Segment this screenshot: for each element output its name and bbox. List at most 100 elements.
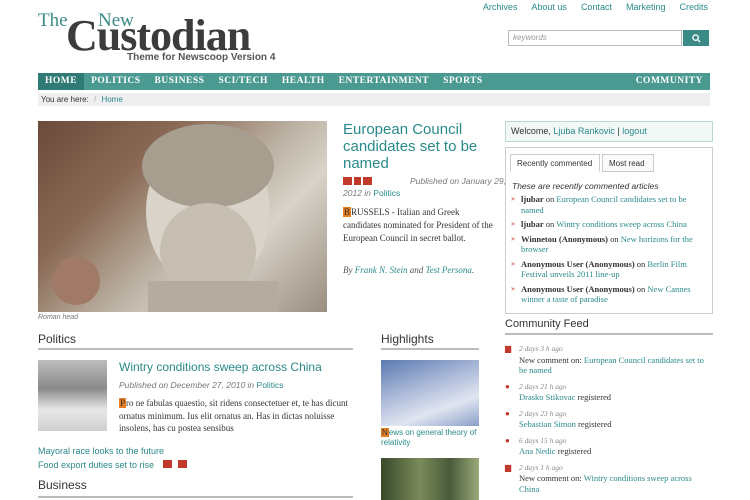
tab-recently-commented[interactable]: Recently commented: [510, 154, 600, 172]
highlight-image-1[interactable]: [381, 360, 479, 426]
feed-text: New comment on:: [519, 473, 582, 483]
breadcrumb-sep: /: [93, 95, 97, 104]
comment-user: Anonymous User (Anonymous): [521, 283, 635, 294]
politics-article-title[interactable]: Wintry conditions sweep across China: [119, 360, 322, 374]
media-icons: [343, 177, 372, 185]
bust-illustration: [52, 124, 278, 312]
politics-link-2-row: Food export duties set to rise: [38, 458, 188, 472]
nav-home[interactable]: HOME: [38, 73, 85, 90]
list-item: » Anonymous User (Anonymous) on New Cann…: [511, 284, 709, 305]
nav-sports[interactable]: SPORTS: [436, 73, 490, 90]
lead-dropcap: B: [343, 207, 352, 217]
user-link[interactable]: Ljuba Rankovic: [553, 126, 615, 136]
highlight-text[interactable]: ews on general theory of relativity: [381, 428, 476, 447]
feed-time: 2 days 21 h ago: [519, 381, 567, 391]
feed-item: ▆ 2 days 3 h ago New comment on: European…: [505, 344, 713, 376]
breadcrumb-label: You are here:: [41, 95, 89, 104]
camera-icon: [162, 460, 172, 468]
politics-excerpt: Pro ne fabulas quaestio, sit ridens cons…: [119, 397, 354, 435]
camera-icon: [343, 177, 352, 185]
feed-item: ▆ 2 days 1 h ago New comment on: Wintry c…: [505, 463, 713, 495]
list-item: » ljubar on European Council candidates …: [511, 194, 709, 215]
highlight-image-2[interactable]: [381, 458, 479, 500]
main-nav: HOME POLITICS BUSINESS SCI/TECH HEALTH E…: [38, 73, 710, 90]
comment-on: on: [610, 233, 619, 244]
highlight-dropcap: N: [381, 428, 389, 437]
contact-link[interactable]: Contact: [581, 2, 612, 12]
nav-entertainment[interactable]: ENTERTAINMENT: [332, 73, 436, 90]
politics-published: Published on December 27, 2010 in: [119, 380, 255, 390]
politics-links: Mayoral race looks to the future Food ex…: [38, 444, 188, 472]
comment-on: on: [636, 283, 646, 294]
author-link-1[interactable]: Frank N. Stein: [355, 265, 408, 275]
lead-published: Published on January 29,: [410, 176, 506, 186]
feed-text: registered: [578, 419, 612, 429]
community-feed-list: ▆ 2 days 3 h ago New comment on: European…: [505, 344, 713, 500]
archives-link[interactable]: Archives: [483, 2, 518, 12]
lead-article-title[interactable]: European Council candidates set to be na…: [343, 121, 493, 172]
byline-by: By: [343, 265, 353, 275]
list-item: » Winnetou (Anonymous) on New horizons f…: [511, 234, 709, 255]
user-icon: ●: [505, 435, 510, 445]
section-title-business[interactable]: Business: [38, 478, 353, 498]
microphone-icon: [354, 177, 361, 185]
lead-year: 2012: [343, 188, 362, 198]
list-item: » ljubar on Wintry conditions sweep acro…: [511, 219, 709, 230]
lead-image[interactable]: [38, 121, 327, 312]
highlight-text-1[interactable]: News on general theory of relativity: [381, 428, 479, 448]
breadcrumb: You are here: / Home: [38, 93, 710, 106]
image-caption: Roman head: [38, 314, 79, 321]
arrow-icon: »: [511, 219, 515, 228]
welcome-label: Welcome,: [511, 126, 551, 136]
welcome-box: Welcome, Ljuba Rankovic | logout: [505, 121, 713, 142]
politics-section-link[interactable]: Politics: [257, 380, 284, 390]
tab-most-read[interactable]: Most read: [602, 154, 654, 172]
logo-the[interactable]: The: [38, 10, 68, 32]
comment-icon: ▆: [505, 462, 512, 472]
politics-link-1[interactable]: Mayoral race looks to the future: [38, 444, 187, 458]
search-button[interactable]: [683, 30, 709, 46]
feed-text: registered: [557, 446, 592, 456]
feed-link[interactable]: Ana Nedic: [519, 446, 556, 456]
comment-on: on: [545, 219, 555, 229]
about-link[interactable]: About us: [531, 2, 567, 12]
politics-link-2[interactable]: Food export duties set to rise: [38, 460, 154, 470]
nav-health[interactable]: HEALTH: [275, 73, 332, 90]
byline-period: .: [471, 265, 475, 275]
feed-item: ● 2 days 23 h ago Sebastian Simon registe…: [505, 409, 713, 430]
nav-scitech[interactable]: SCI/TECH: [211, 73, 274, 90]
lead-excerpt: BRUSSELS - Italian and Greek candidates …: [343, 206, 495, 244]
feed-link[interactable]: Drasko Stikovac: [519, 392, 575, 402]
nav-community[interactable]: COMMUNITY: [629, 73, 710, 90]
comment-article-link[interactable]: Wintry conditions sweep across China: [556, 219, 686, 229]
lead-section-link[interactable]: Politics: [373, 188, 400, 198]
logout-link[interactable]: logout: [622, 126, 647, 136]
arrow-icon: »: [511, 283, 515, 293]
marketing-link[interactable]: Marketing: [626, 2, 666, 12]
feed-link[interactable]: Sebastian Simon: [519, 419, 576, 429]
video-icon: [363, 177, 372, 185]
nav-business[interactable]: BUSINESS: [148, 73, 212, 90]
breadcrumb-home[interactable]: Home: [101, 95, 122, 104]
section-title-politics[interactable]: Politics: [38, 332, 353, 350]
feed-time: 6 days 15 h ago: [519, 435, 567, 445]
politics-thumbnail[interactable]: [38, 360, 107, 431]
recent-comments-list: » ljubar on European Council candidates …: [511, 194, 709, 309]
credits-link[interactable]: Credits: [679, 2, 708, 12]
panel-note: These are recently commented articles: [512, 181, 659, 191]
site-tagline: Theme for Newscoop Version 4: [127, 52, 276, 63]
nav-politics[interactable]: POLITICS: [84, 73, 147, 90]
feed-text: registered: [577, 392, 612, 402]
feed-text: New comment on:: [519, 354, 582, 365]
author-link-2[interactable]: Test Persona: [426, 265, 472, 275]
video-icon: [178, 460, 188, 468]
section-title-highlights: Highlights: [381, 332, 479, 350]
arrow-icon: »: [511, 194, 515, 203]
comment-on: on: [636, 258, 646, 269]
welcome-sep: |: [617, 126, 620, 136]
comment-user: Winnetou (Anonymous): [521, 233, 608, 244]
list-item: » Anonymous User (Anonymous) on Berlin F…: [511, 259, 709, 280]
comment-user: ljubar: [521, 194, 544, 204]
feed-time: 2 days 23 h ago: [519, 408, 567, 418]
search-input[interactable]: keywords: [508, 30, 682, 46]
